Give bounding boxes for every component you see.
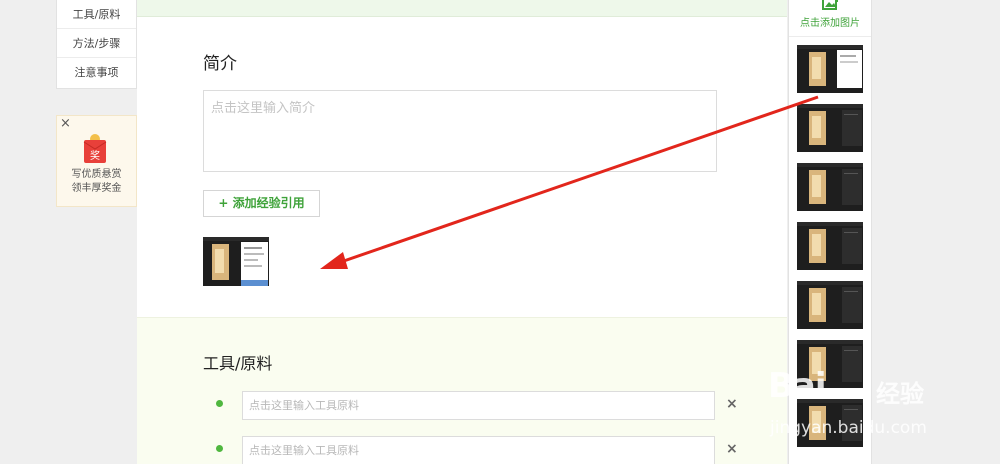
tool-row: 点击这里输入工具原料 ×	[137, 436, 787, 464]
add-image-label: 点击添加图片	[800, 18, 860, 29]
bullet-dot	[216, 400, 223, 407]
side-thumbnail[interactable]	[797, 45, 863, 93]
tool-input[interactable]: 点击这里输入工具原料	[242, 436, 715, 464]
left-nav: 工具/原料 方法/步骤 注意事项	[56, 0, 137, 89]
side-thumbnail[interactable]	[797, 163, 863, 211]
bullet-dot	[216, 445, 223, 452]
add-reference-button[interactable]: + 添加经验引用	[203, 190, 320, 217]
intro-input[interactable]: 点击这里输入简介	[203, 90, 717, 172]
intro-title: 简介	[203, 54, 237, 74]
tool-input[interactable]: 点击这里输入工具原料	[242, 391, 715, 420]
side-thumbnail[interactable]	[797, 281, 863, 329]
nav-item-notes[interactable]: 注意事项	[57, 58, 136, 87]
side-thumbnail[interactable]	[797, 104, 863, 152]
top-strip	[137, 0, 787, 17]
add-image-icon	[822, 0, 840, 10]
reward-badge: 奖	[90, 149, 100, 162]
remove-icon[interactable]: ×	[726, 441, 738, 457]
main-editor: 简介 点击这里输入简介 + 添加经验引用 工具/原料 点击这里输入工具原料 × …	[137, 0, 787, 464]
tool-row: 点击这里输入工具原料 ×	[137, 391, 787, 421]
watermark-brand-cn: 经验	[876, 380, 924, 408]
side-thumbnail[interactable]	[797, 340, 863, 388]
reward-text: 写优质悬赏 领丰厚奖金	[57, 168, 136, 196]
image-panel: 点击添加图片	[788, 0, 872, 464]
reward-line2: 领丰厚奖金	[71, 183, 122, 194]
tools-section: 工具/原料 点击这里输入工具原料 × 点击这里输入工具原料 ×	[137, 317, 787, 464]
reward-promo[interactable]: × 奖 写优质悬赏 领丰厚奖金	[56, 115, 137, 207]
side-thumbnail[interactable]	[797, 399, 863, 447]
remove-icon[interactable]: ×	[726, 396, 738, 412]
inserted-image-thumbnail[interactable]	[203, 237, 269, 286]
close-icon[interactable]: ×	[60, 117, 71, 131]
nav-item-steps[interactable]: 方法/步骤	[57, 29, 136, 58]
add-image-button[interactable]: 点击添加图片	[789, 0, 871, 37]
nav-item-tools[interactable]: 工具/原料	[57, 0, 136, 29]
tools-title: 工具/原料	[203, 354, 273, 373]
side-thumbnail[interactable]	[797, 222, 863, 270]
reward-line1: 写优质悬赏	[71, 169, 122, 180]
red-envelope-icon: 奖	[83, 134, 107, 163]
